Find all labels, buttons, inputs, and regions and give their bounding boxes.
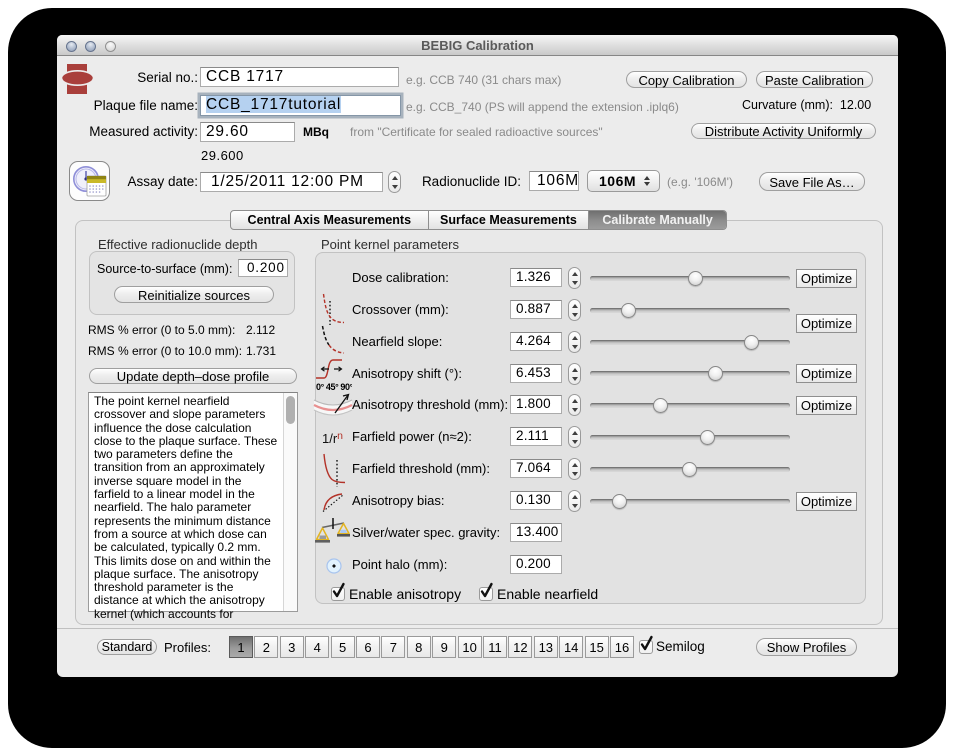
svg-text:0° 45° 90°: 0° 45° 90° [316, 382, 352, 392]
